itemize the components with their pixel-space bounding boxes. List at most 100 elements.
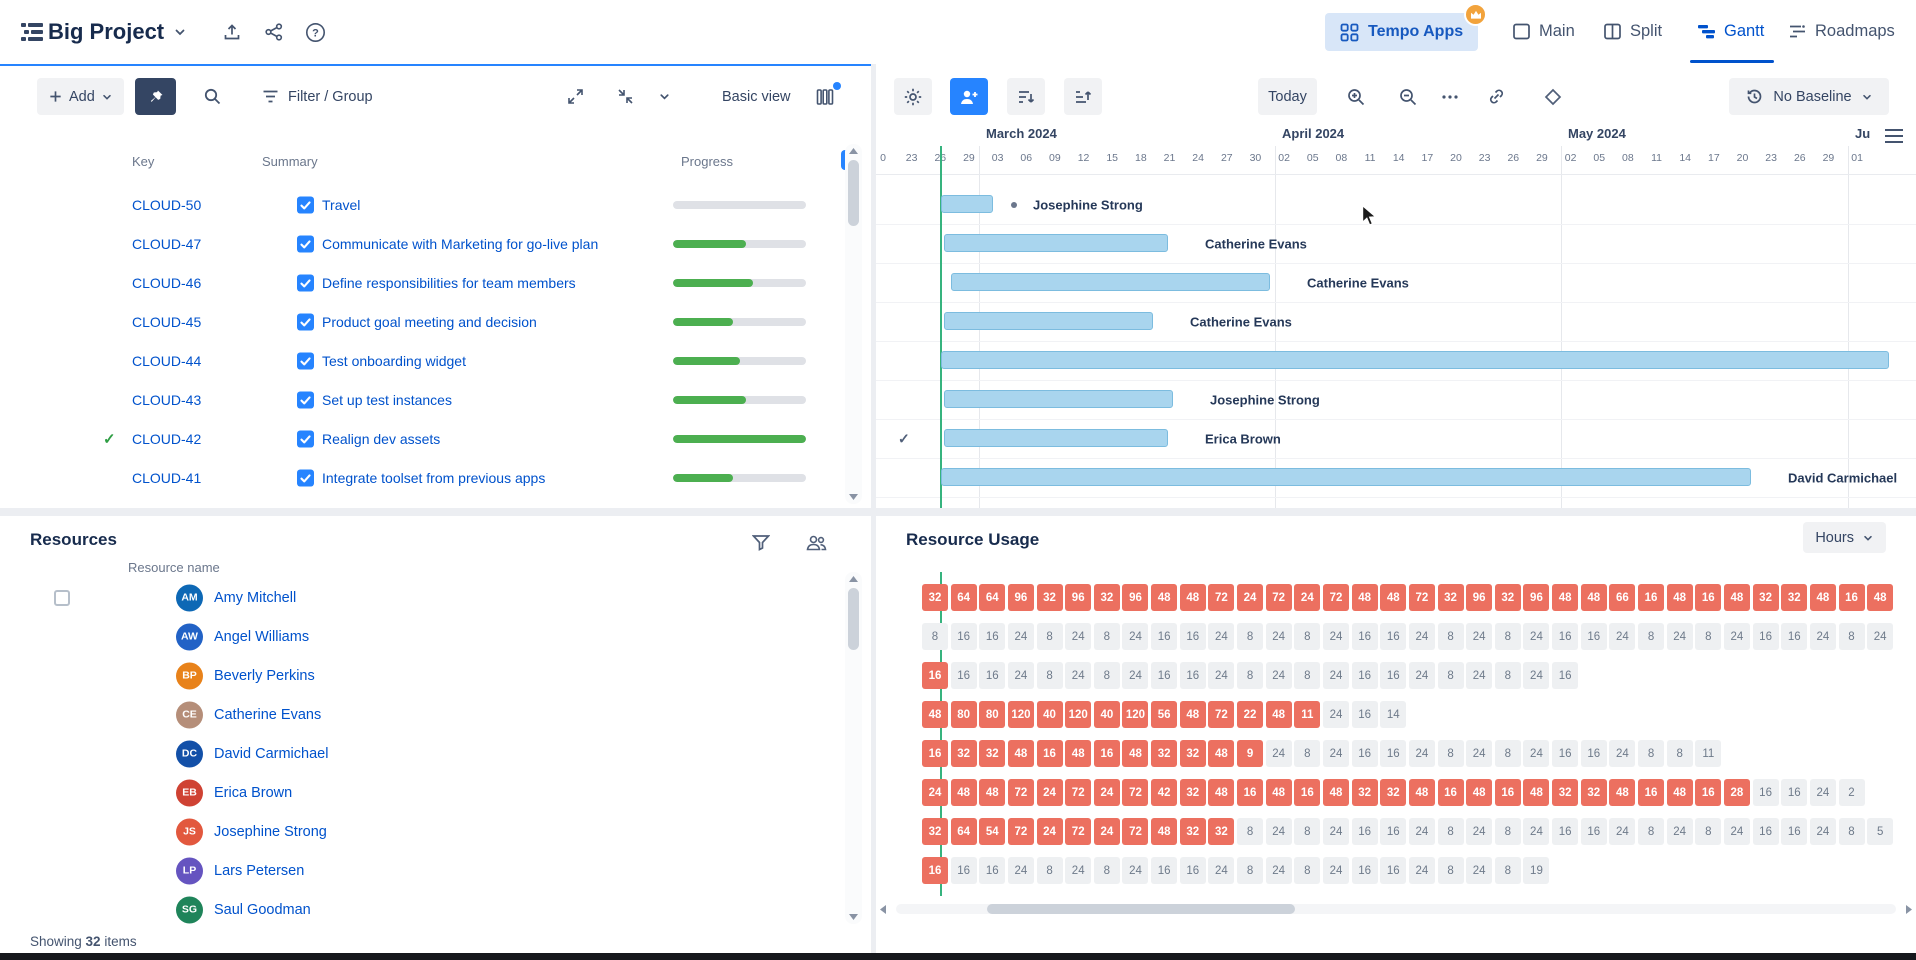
usage-cell[interactable]: 16 (1552, 740, 1578, 767)
resource-name-link[interactable]: David Carmichael (214, 746, 328, 762)
resource-name-link[interactable]: Lars Petersen (214, 863, 304, 879)
usage-cell[interactable]: 16 (1380, 662, 1406, 689)
usage-cell[interactable]: 24 (1810, 623, 1836, 650)
usage-cell[interactable]: 24 (1065, 857, 1091, 884)
usage-cell[interactable]: 24 (1094, 779, 1120, 806)
usage-cell[interactable]: 8 (1237, 662, 1263, 689)
usage-cell[interactable]: 16 (1753, 623, 1779, 650)
usage-cell[interactable]: 16 (1638, 584, 1664, 611)
usage-cell[interactable]: 19 (1523, 857, 1549, 884)
usage-cell[interactable]: 8 (922, 623, 948, 650)
usage-cell[interactable]: 80 (951, 701, 977, 728)
usage-cell[interactable]: 24 (1323, 740, 1349, 767)
usage-cell[interactable]: 16 (1495, 779, 1521, 806)
usage-cell[interactable]: 72 (1409, 584, 1435, 611)
usage-cell[interactable]: 24 (1523, 662, 1549, 689)
usage-cell[interactable]: 64 (951, 584, 977, 611)
usage-cell[interactable]: 8 (1438, 740, 1464, 767)
usage-cell[interactable]: 24 (1065, 662, 1091, 689)
usage-cell[interactable]: 16 (951, 857, 977, 884)
usage-cell[interactable]: 96 (1466, 584, 1492, 611)
gantt-bar[interactable] (941, 195, 993, 213)
usage-cell[interactable]: 24 (1409, 740, 1435, 767)
usage-cell[interactable]: 16 (1352, 662, 1378, 689)
resource-name-link[interactable]: Beverly Perkins (214, 668, 315, 684)
usage-cell[interactable]: 32 (979, 740, 1005, 767)
usage-cell[interactable]: 16 (1180, 662, 1206, 689)
usage-cell[interactable]: 16 (1581, 740, 1607, 767)
usage-cell[interactable]: 24 (1122, 857, 1148, 884)
usage-cell[interactable]: 24 (1867, 623, 1893, 650)
scroll-down-icon[interactable] (845, 914, 862, 920)
usage-cell[interactable]: 24 (1466, 818, 1492, 845)
usage-cell[interactable]: 16 (1151, 662, 1177, 689)
usage-cell[interactable]: 16 (922, 662, 948, 689)
usage-cell[interactable]: 40 (1037, 701, 1063, 728)
resource-row[interactable]: BPBeverly Perkins (0, 656, 845, 695)
usage-cell[interactable]: 72 (1008, 818, 1034, 845)
usage-cell[interactable]: 120 (1122, 701, 1148, 728)
issue-row[interactable]: ✓CLOUD-43Set up test instances (0, 380, 845, 419)
issue-summary-link[interactable]: Test onboarding widget (322, 353, 664, 369)
usage-cell[interactable]: 48 (1724, 584, 1750, 611)
usage-cell[interactable]: 8 (1237, 818, 1263, 845)
usage-cell[interactable]: 16 (1151, 857, 1177, 884)
usage-cell[interactable]: 8 (1638, 740, 1664, 767)
usage-cell[interactable]: 80 (979, 701, 1005, 728)
resources-scrollbar[interactable] (845, 572, 862, 924)
issue-key-link[interactable]: CLOUD-41 (132, 470, 201, 486)
help-button[interactable]: ? (305, 22, 326, 43)
usage-cell[interactable]: 8 (1695, 623, 1721, 650)
usage-cell[interactable]: 8 (1839, 818, 1865, 845)
usage-cell[interactable]: 16 (1037, 740, 1063, 767)
usage-cell[interactable]: 8 (1237, 623, 1263, 650)
tempo-apps-button[interactable]: Tempo Apps (1325, 13, 1478, 51)
usage-cell[interactable]: 16 (1781, 623, 1807, 650)
usage-cell[interactable]: 96 (1122, 584, 1148, 611)
usage-cell[interactable]: 24 (1466, 662, 1492, 689)
usage-cell[interactable]: 16 (1180, 623, 1206, 650)
usage-cell[interactable]: 24 (1323, 623, 1349, 650)
usage-cell[interactable]: 48 (1352, 584, 1378, 611)
usage-cell[interactable]: 14 (1380, 701, 1406, 728)
usage-cell[interactable]: 96 (1523, 584, 1549, 611)
usage-cell[interactable]: 48 (922, 701, 948, 728)
usage-cell[interactable]: 16 (979, 623, 1005, 650)
issue-summary-link[interactable]: Realign dev assets (322, 431, 664, 447)
usage-cell[interactable]: 48 (1609, 779, 1635, 806)
usage-cell[interactable]: 11 (1695, 740, 1721, 767)
usage-cell[interactable]: 66 (1609, 584, 1635, 611)
usage-cell[interactable]: 24 (1466, 740, 1492, 767)
usage-cell[interactable]: 24 (1523, 740, 1549, 767)
usage-cell[interactable]: 48 (1810, 584, 1836, 611)
issue-row[interactable]: ✓CLOUD-47Communicate with Marketing for … (0, 224, 845, 263)
usage-cell[interactable]: 32 (951, 740, 977, 767)
usage-cell[interactable]: 24 (1409, 857, 1435, 884)
usage-cell[interactable]: 120 (1065, 701, 1091, 728)
usage-cell[interactable]: 32 (1094, 584, 1120, 611)
gantt-bar[interactable] (951, 273, 1270, 291)
usage-cell[interactable]: 24 (922, 779, 948, 806)
usage-cell[interactable]: 48 (1323, 779, 1349, 806)
usage-cell[interactable]: 8 (1037, 662, 1063, 689)
scrollbar-thumb[interactable] (848, 588, 859, 650)
resource-row[interactable]: JSJosephine Strong (0, 812, 845, 851)
issue-row[interactable]: ✓CLOUD-44Test onboarding widget (0, 341, 845, 380)
usage-cell[interactable]: 72 (1266, 584, 1292, 611)
gantt-bar[interactable] (944, 429, 1168, 447)
resource-name-link[interactable]: Erica Brown (214, 785, 292, 801)
usage-cell[interactable]: 16 (1380, 857, 1406, 884)
usage-cell[interactable]: 8 (1495, 857, 1521, 884)
usage-cell[interactable]: 24 (1266, 662, 1292, 689)
usage-cell[interactable]: 24 (1323, 701, 1349, 728)
gantt-bar[interactable] (944, 390, 1173, 408)
usage-cell[interactable]: 48 (1180, 584, 1206, 611)
usage-cell[interactable]: 72 (1122, 818, 1148, 845)
usage-cell[interactable]: 11 (1294, 701, 1320, 728)
usage-cell[interactable]: 48 (1151, 818, 1177, 845)
usage-cell[interactable]: 8 (1294, 740, 1320, 767)
usage-cell[interactable]: 8 (1667, 740, 1693, 767)
usage-cell[interactable]: 24 (1523, 623, 1549, 650)
usage-cell[interactable]: 24 (1266, 857, 1292, 884)
usage-cell[interactable]: 48 (1151, 584, 1177, 611)
